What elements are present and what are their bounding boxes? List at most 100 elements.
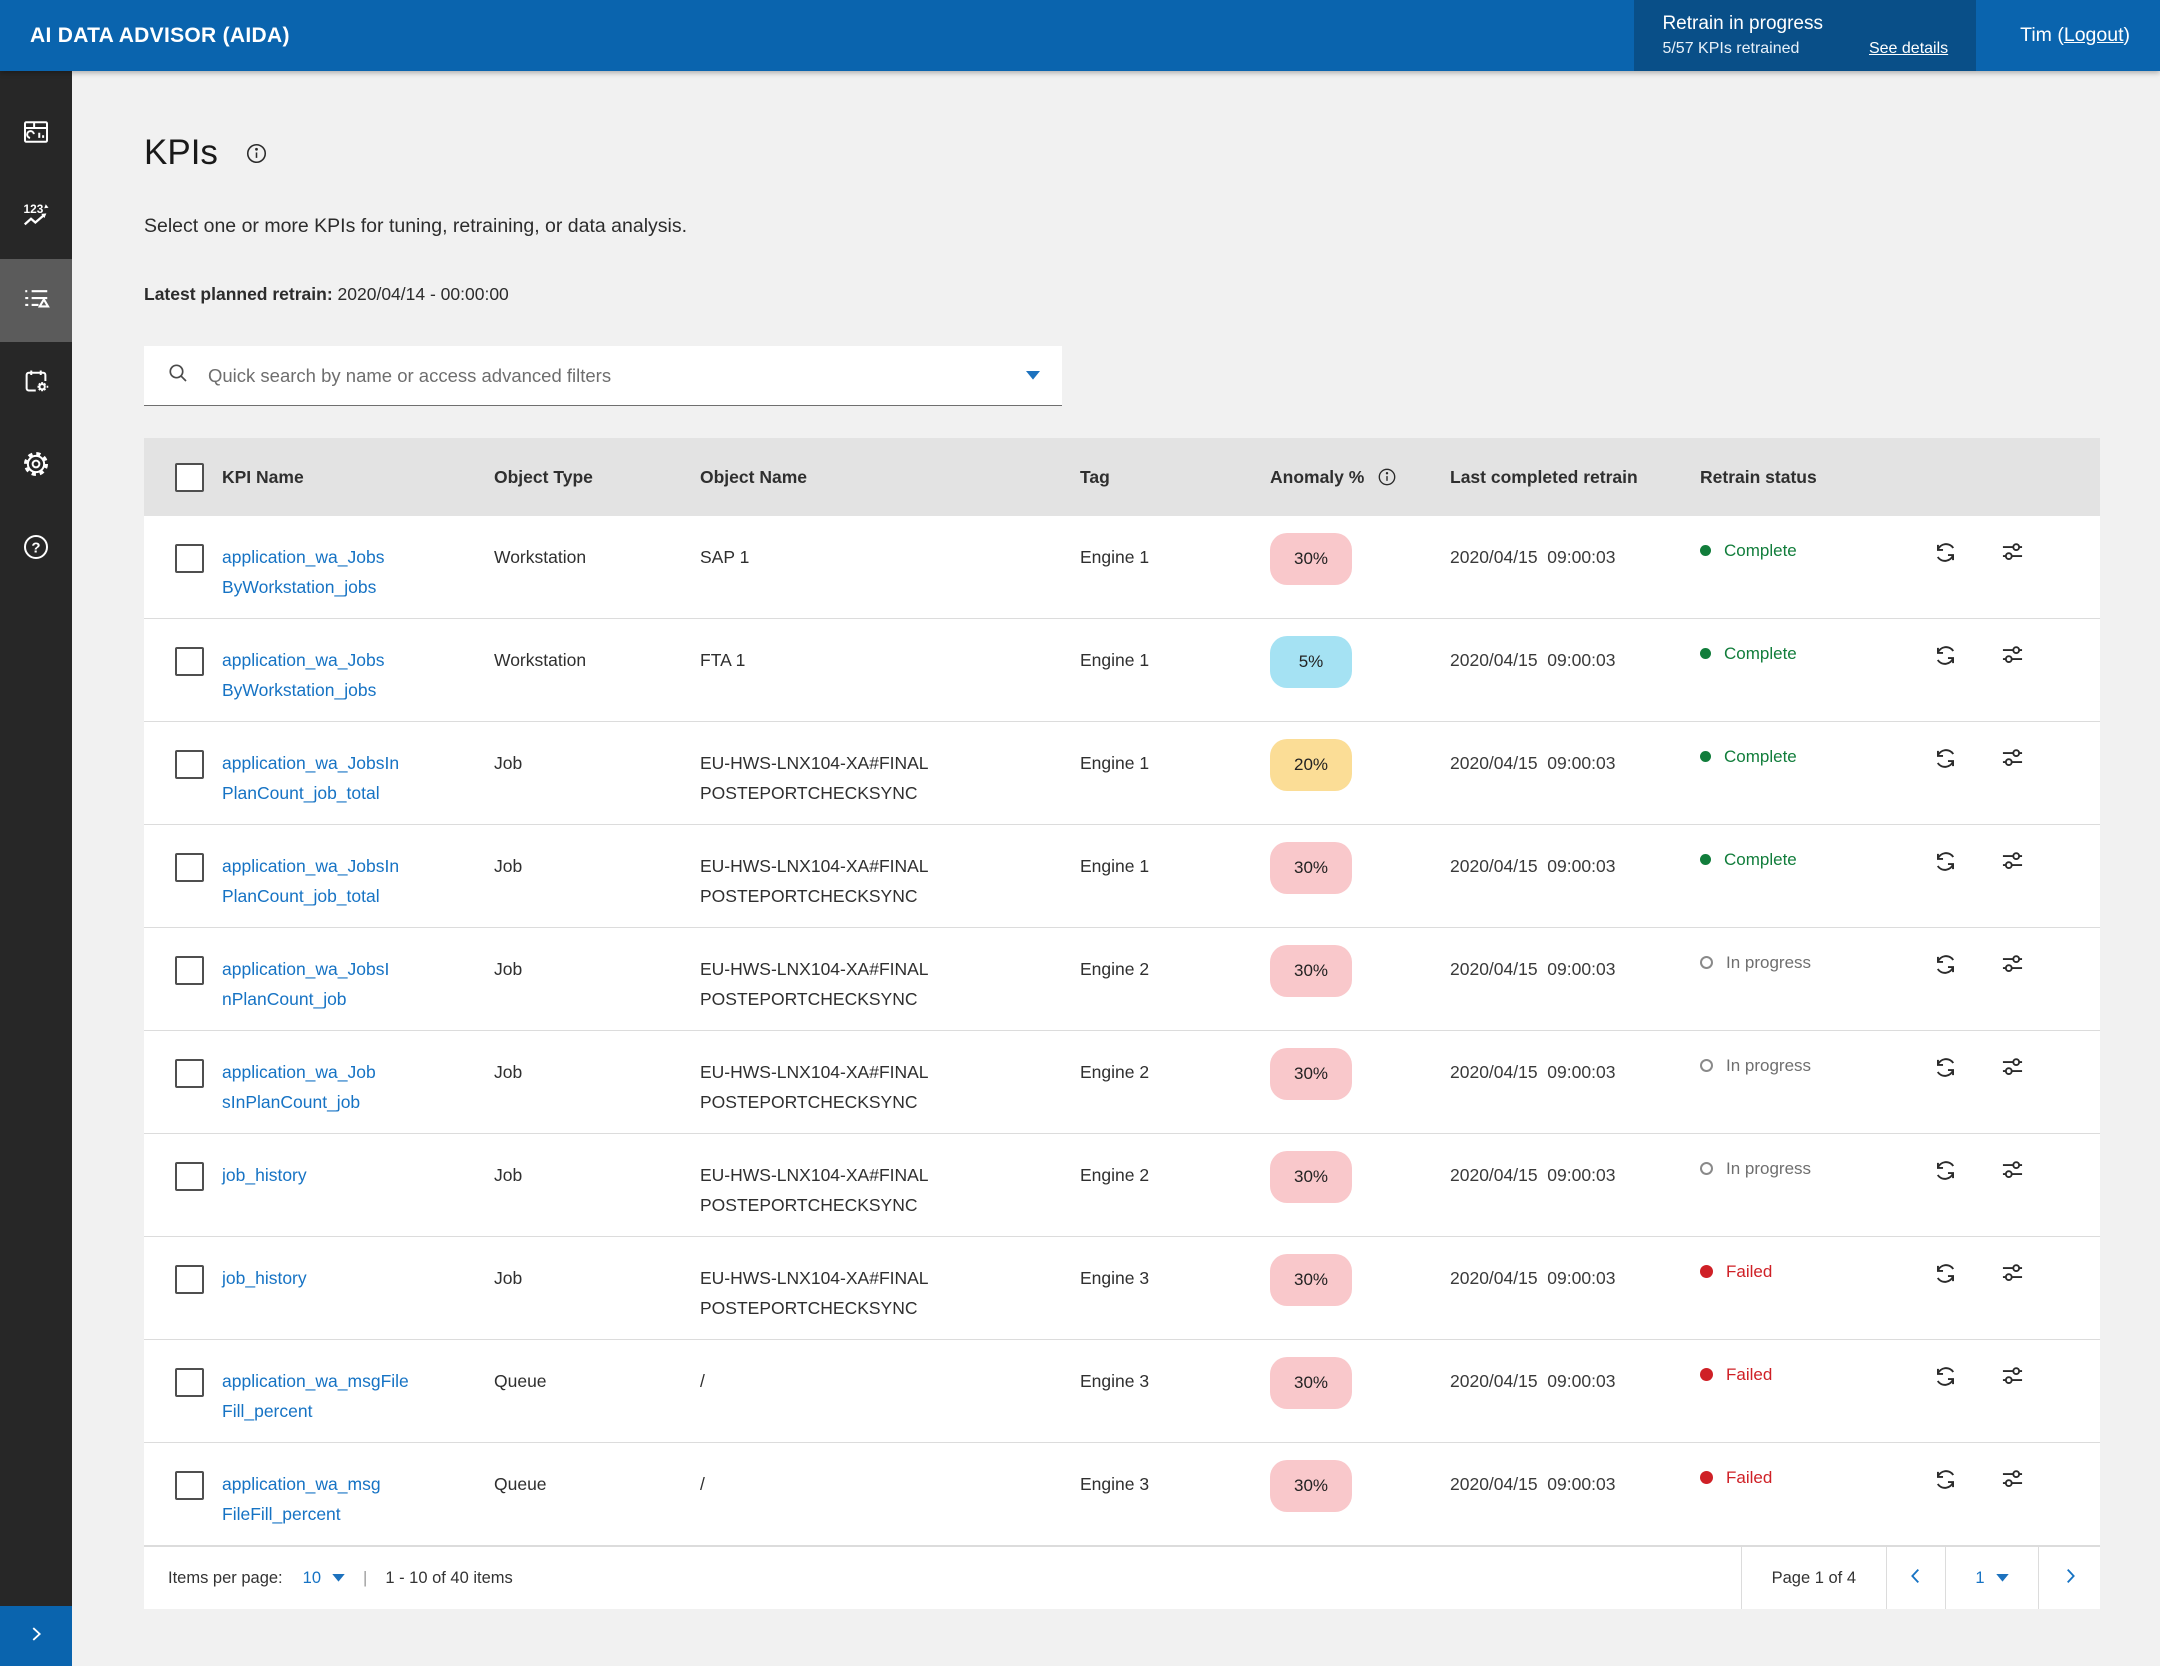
kpi-name-link[interactable]: application_wa_msgFile Fill_percent [222, 1371, 409, 1421]
last-retrain-cell: 2020/04/15 09:00:03 [1450, 619, 1700, 721]
see-details-link[interactable]: See details [1869, 40, 1948, 58]
items-per-page-label: Items per page: [168, 1569, 283, 1588]
tune-sliders-icon[interactable] [1999, 1260, 2026, 1339]
retrain-refresh-icon[interactable] [1932, 1466, 1959, 1545]
retrain-refresh-icon[interactable] [1932, 642, 1959, 721]
latest-retrain-label: Latest planned retrain: [144, 284, 333, 304]
retrain-status: Complete [1700, 851, 1932, 868]
tune-sliders-icon[interactable] [1999, 745, 2026, 824]
kpi-name-link[interactable]: application_wa_Job sInPlanCount_job [222, 1062, 376, 1112]
object-name-cell: SAP 1 [700, 516, 1080, 618]
footer-divider: | [363, 1569, 367, 1588]
anomaly-badge: 30% [1270, 1460, 1352, 1512]
status-dot [1700, 854, 1711, 865]
logout-link[interactable]: Logout [2064, 24, 2124, 46]
column-header-object-type: Object Type [494, 462, 700, 492]
kpi-list-icon [21, 283, 51, 318]
status-label: In progress [1726, 954, 1811, 971]
object-type-cell: Job [494, 1134, 700, 1236]
kpi-trend-icon: 123 [21, 200, 51, 235]
retrain-refresh-icon[interactable] [1932, 1260, 1959, 1339]
dashboard-icon [21, 117, 51, 152]
row-checkbox[interactable] [175, 544, 204, 573]
retrain-refresh-icon[interactable] [1932, 951, 1959, 1030]
retrain-refresh-icon[interactable] [1932, 1363, 1959, 1442]
previous-page-button[interactable] [1886, 1547, 1945, 1609]
status-label: In progress [1726, 1160, 1811, 1177]
retrain-refresh-icon[interactable] [1932, 539, 1959, 618]
table-row: application_wa_Jobs ByWorkstation_jobs W… [144, 619, 2100, 722]
kpi-name-link[interactable]: job_history [222, 1268, 307, 1288]
retrain-status: In progress [1700, 1057, 1932, 1074]
tune-sliders-icon[interactable] [1999, 642, 2026, 721]
last-retrain-cell: 2020/04/15 09:00:03 [1450, 722, 1700, 824]
row-checkbox[interactable] [175, 956, 204, 985]
tune-sliders-icon[interactable] [1999, 1466, 2026, 1545]
row-checkbox[interactable] [175, 1059, 204, 1088]
kpi-name-link[interactable]: application_wa_msg FileFill_percent [222, 1474, 381, 1524]
page-number-select[interactable]: 1 [1945, 1547, 2038, 1609]
kpi-name-link[interactable]: application_wa_JobsIn PlanCount_job_tota… [222, 753, 399, 803]
sidebar-item-retrain-plan[interactable] [0, 342, 72, 425]
anomaly-badge: 30% [1270, 1048, 1352, 1100]
retrain-status: Failed [1700, 1469, 1932, 1486]
status-label: Failed [1726, 1366, 1772, 1383]
items-per-page-select[interactable]: 10 [303, 1569, 345, 1588]
object-name-cell: EU-HWS-LNX104-XA#FINAL POSTEPORTCHECKSYN… [700, 722, 1080, 824]
row-checkbox[interactable] [175, 750, 204, 779]
tune-sliders-icon[interactable] [1999, 1157, 2026, 1236]
status-label: Complete [1724, 851, 1797, 868]
status-dot [1700, 648, 1711, 659]
anomaly-info-icon[interactable] [1376, 466, 1398, 488]
tune-sliders-icon[interactable] [1999, 1054, 2026, 1133]
table-row: application_wa_JobsI nPlanCount_job Job … [144, 928, 2100, 1031]
retrain-refresh-icon[interactable] [1932, 1054, 1959, 1133]
column-header-last-retrain: Last completed retrain [1450, 462, 1700, 492]
info-icon[interactable] [244, 141, 269, 166]
retrain-refresh-icon[interactable] [1932, 1157, 1959, 1236]
last-retrain-cell: 2020/04/15 09:00:03 [1450, 516, 1700, 618]
kpi-name-link[interactable]: application_wa_JobsI nPlanCount_job [222, 959, 389, 1009]
tune-sliders-icon[interactable] [1999, 951, 2026, 1030]
sidebar-item-kpi-list[interactable] [0, 259, 72, 342]
settings-gear-icon [21, 449, 51, 484]
row-checkbox[interactable] [175, 1368, 204, 1397]
svg-text:?: ? [31, 539, 40, 556]
chevron-right-icon [2059, 1565, 2081, 1592]
sidebar-expand-button[interactable] [0, 1606, 72, 1666]
last-retrain-cell: 2020/04/15 09:00:03 [1450, 825, 1700, 927]
sidebar-item-help[interactable]: ? [0, 508, 72, 591]
retrain-refresh-icon[interactable] [1932, 745, 1959, 824]
tune-sliders-icon[interactable] [1999, 1363, 2026, 1442]
row-checkbox[interactable] [175, 1471, 204, 1500]
retrain-banner-subtitle: 5/57 KPIs retrained [1662, 40, 1823, 58]
status-dot [1700, 1162, 1713, 1175]
kpi-name-link[interactable]: application_wa_Jobs ByWorkstation_jobs [222, 547, 384, 597]
status-dot [1700, 1059, 1713, 1072]
row-checkbox[interactable] [175, 1265, 204, 1294]
search-input[interactable] [206, 364, 1026, 388]
row-checkbox[interactable] [175, 1162, 204, 1191]
last-retrain-cell: 2020/04/15 09:00:03 [1450, 1443, 1700, 1545]
select-all-checkbox[interactable] [175, 463, 204, 492]
kpi-name-link[interactable]: job_history [222, 1165, 307, 1185]
tune-sliders-icon[interactable] [1999, 848, 2026, 927]
object-name-cell: EU-HWS-LNX104-XA#FINAL POSTEPORTCHECKSYN… [700, 1031, 1080, 1133]
kpi-name-link[interactable]: application_wa_Jobs ByWorkstation_jobs [222, 650, 384, 700]
object-name-cell: EU-HWS-LNX104-XA#FINAL POSTEPORTCHECKSYN… [700, 1237, 1080, 1339]
next-page-button[interactable] [2038, 1547, 2100, 1609]
retrain-status: Failed [1700, 1263, 1932, 1280]
retrain-refresh-icon[interactable] [1932, 848, 1959, 927]
object-name-cell: EU-HWS-LNX104-XA#FINAL POSTEPORTCHECKSYN… [700, 928, 1080, 1030]
sidebar-item-settings[interactable] [0, 425, 72, 508]
kpi-table: KPI Name Object Type Object Name Tag Ano… [144, 438, 2100, 1609]
tune-sliders-icon[interactable] [1999, 539, 2026, 618]
sidebar-item-dashboard[interactable] [0, 93, 72, 176]
tag-cell: Engine 1 [1080, 619, 1270, 721]
advanced-filters-dropdown-icon[interactable] [1026, 367, 1040, 385]
kpi-name-link[interactable]: application_wa_JobsIn PlanCount_job_tota… [222, 856, 399, 906]
row-checkbox[interactable] [175, 853, 204, 882]
retrain-status: Complete [1700, 748, 1932, 765]
row-checkbox[interactable] [175, 647, 204, 676]
sidebar-item-kpi-trend[interactable]: 123 [0, 176, 72, 259]
